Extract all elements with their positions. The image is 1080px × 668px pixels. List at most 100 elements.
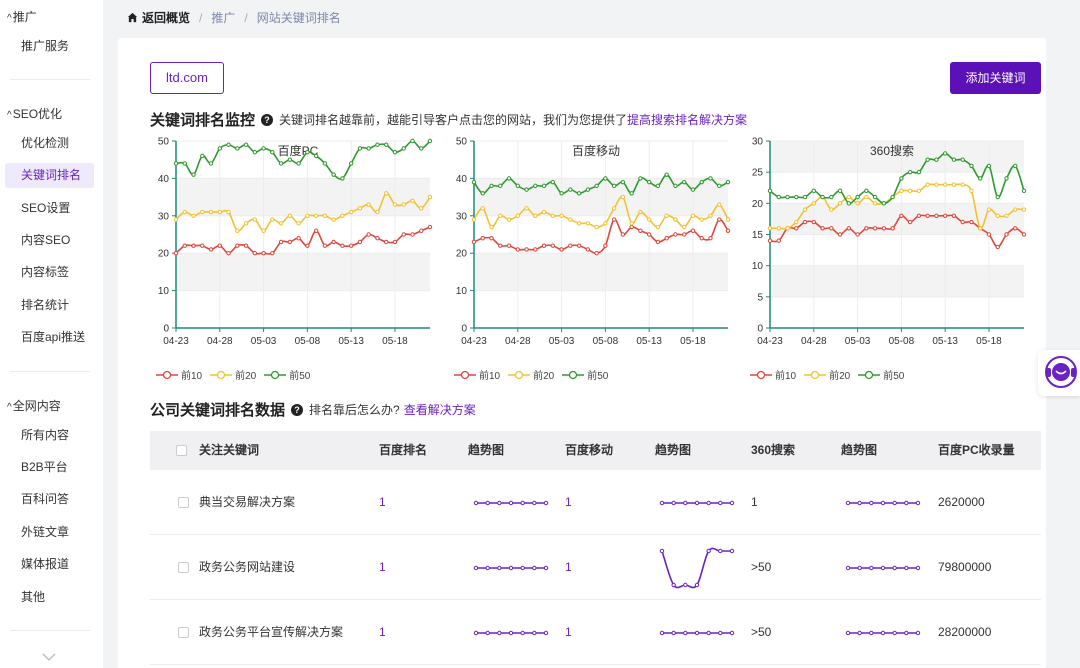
- data-point[interactable]: [934, 157, 939, 162]
- data-point[interactable]: [506, 217, 512, 222]
- data-point[interactable]: [951, 157, 957, 162]
- data-point[interactable]: [585, 221, 591, 226]
- data-point[interactable]: [489, 236, 494, 241]
- data-point[interactable]: [498, 243, 503, 248]
- data-point[interactable]: [1013, 226, 1018, 231]
- sidebar-item-seo-check[interactable]: 优化检测: [5, 131, 94, 156]
- legend-item[interactable]: 前10: [454, 367, 500, 382]
- data-point[interactable]: [594, 251, 599, 256]
- data-point[interactable]: [708, 213, 713, 219]
- data-point[interactable]: [907, 219, 913, 225]
- data-point[interactable]: [182, 161, 187, 166]
- data-point[interactable]: [638, 176, 643, 181]
- data-point[interactable]: [191, 213, 196, 219]
- data-point[interactable]: [864, 188, 869, 194]
- data-point[interactable]: [655, 239, 661, 245]
- data-point[interactable]: [1013, 163, 1018, 169]
- data-point[interactable]: [690, 228, 696, 233]
- data-point[interactable]: [872, 201, 878, 206]
- data-point[interactable]: [846, 194, 852, 200]
- data-point[interactable]: [611, 217, 617, 222]
- data-point[interactable]: [357, 146, 363, 151]
- data-point[interactable]: [550, 213, 556, 219]
- data-point[interactable]: [829, 207, 834, 212]
- data-point[interactable]: [629, 224, 634, 230]
- data-point[interactable]: [794, 219, 799, 225]
- sidebar-group-promotion[interactable]: ^推广: [7, 8, 37, 25]
- data-point[interactable]: [664, 172, 669, 177]
- data-point[interactable]: [331, 217, 336, 222]
- data-point[interactable]: [313, 213, 319, 219]
- data-point[interactable]: [646, 232, 652, 237]
- data-point[interactable]: [410, 198, 415, 204]
- data-point[interactable]: [995, 213, 1000, 219]
- data-point[interactable]: [594, 224, 599, 230]
- customer-service-float[interactable]: [1038, 350, 1080, 396]
- data-point[interactable]: [585, 187, 591, 192]
- data-point[interactable]: [934, 213, 939, 219]
- data-point[interactable]: [410, 138, 415, 144]
- data-point[interactable]: [942, 182, 948, 187]
- data-point[interactable]: [811, 219, 816, 225]
- data-point[interactable]: [620, 179, 626, 185]
- data-point[interactable]: [1004, 176, 1009, 181]
- data-point[interactable]: [855, 201, 860, 206]
- data-point[interactable]: [951, 213, 957, 219]
- data-point[interactable]: [235, 228, 240, 233]
- data-point[interactable]: [322, 243, 328, 248]
- data-point[interactable]: [725, 179, 731, 185]
- data-point[interactable]: [515, 213, 520, 219]
- data-point[interactable]: [585, 247, 591, 252]
- sidebar-group-seo[interactable]: ^SEO优化: [7, 105, 62, 122]
- sidebar-group-all-content[interactable]: ^全网内容: [7, 397, 61, 414]
- data-point[interactable]: [506, 176, 512, 181]
- data-point[interactable]: [646, 179, 652, 185]
- data-point[interactable]: [471, 179, 477, 185]
- data-point[interactable]: [811, 201, 816, 206]
- view-solution-link[interactable]: 查看解决方案: [404, 401, 476, 418]
- data-point[interactable]: [384, 142, 389, 147]
- data-point[interactable]: [252, 251, 258, 256]
- data-point[interactable]: [401, 146, 406, 151]
- data-point[interactable]: [916, 169, 922, 175]
- data-point[interactable]: [208, 161, 214, 166]
- data-point[interactable]: [340, 213, 345, 219]
- data-point[interactable]: [375, 209, 380, 215]
- data-point[interactable]: [969, 219, 974, 225]
- data-point[interactable]: [864, 226, 869, 231]
- data-point[interactable]: [559, 213, 564, 219]
- data-point[interactable]: [348, 209, 354, 215]
- data-point[interactable]: [872, 194, 878, 200]
- data-point[interactable]: [278, 221, 284, 226]
- breadcrumb-home[interactable]: 返回概览: [127, 9, 190, 26]
- data-point[interactable]: [960, 219, 965, 225]
- sidebar-item-content-tags[interactable]: 内容标签: [5, 260, 94, 285]
- data-point[interactable]: [767, 238, 773, 243]
- data-point[interactable]: [235, 146, 240, 151]
- sidebar-item-content-seo[interactable]: 内容SEO: [5, 228, 94, 253]
- data-point[interactable]: [217, 209, 222, 215]
- data-point[interactable]: [655, 183, 661, 189]
- data-point[interactable]: [427, 138, 433, 144]
- legend-item[interactable]: 前50: [858, 367, 904, 382]
- data-point[interactable]: [191, 172, 196, 177]
- data-point[interactable]: [916, 188, 922, 194]
- data-point[interactable]: [533, 247, 538, 252]
- data-point[interactable]: [603, 176, 608, 181]
- data-point[interactable]: [278, 239, 284, 245]
- data-point[interactable]: [776, 238, 781, 243]
- data-point[interactable]: [296, 161, 301, 166]
- data-point[interactable]: [270, 217, 275, 222]
- data-point[interactable]: [986, 207, 992, 212]
- data-point[interactable]: [594, 183, 599, 189]
- data-point[interactable]: [568, 243, 573, 248]
- data-point[interactable]: [1004, 213, 1009, 219]
- data-point[interactable]: [366, 146, 371, 151]
- data-point[interactable]: [357, 239, 363, 245]
- data-point[interactable]: [907, 188, 913, 194]
- data-point[interactable]: [855, 194, 860, 200]
- improve-ranking-link[interactable]: 提高搜索排名解决方案: [627, 111, 747, 128]
- data-point[interactable]: [664, 213, 669, 219]
- sidebar-item-baidu-api-push[interactable]: 百度api推送: [5, 325, 94, 350]
- data-point[interactable]: [366, 202, 371, 207]
